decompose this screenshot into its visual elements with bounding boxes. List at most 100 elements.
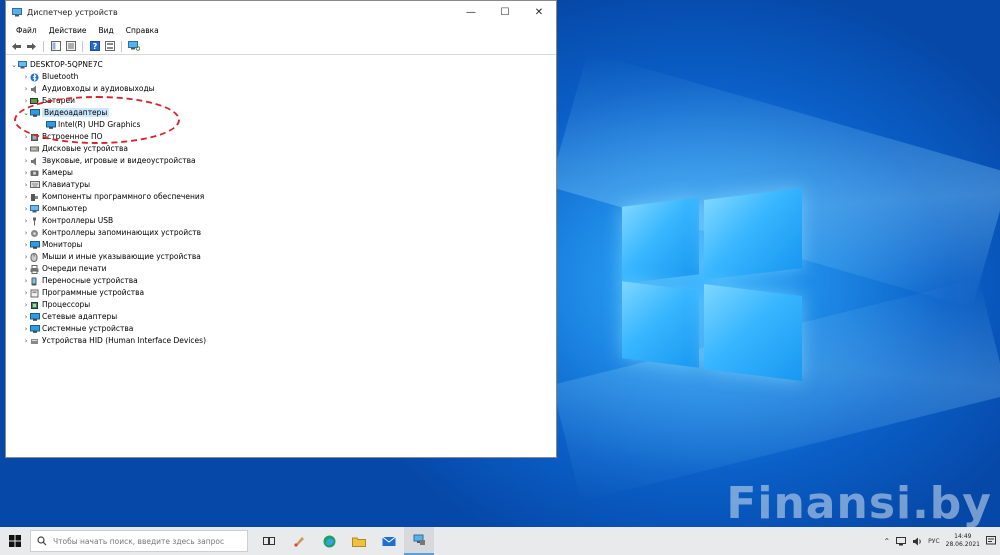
tree-item-label: Очереди печати [42, 264, 107, 273]
tree-item-disk-drives[interactable]: › Дисковые устройства [22, 143, 128, 154]
tree-child-intel-uhd[interactable]: Intel(R) UHD Graphics [46, 119, 140, 130]
edge-taskbar-button[interactable] [314, 527, 344, 555]
expand-chevron-icon[interactable]: › [22, 229, 30, 237]
paint-icon [293, 537, 304, 547]
tree-item-monitors[interactable]: › Мониторы [22, 239, 83, 250]
expand-chevron-icon[interactable]: › [22, 85, 30, 93]
expand-chevron-icon[interactable]: › [22, 157, 30, 165]
disk-icon [30, 145, 39, 153]
tree-item-label: Дисковые устройства [42, 144, 128, 153]
tree-item-portable-devices[interactable]: › Переносные устройства [22, 275, 138, 286]
tree-item-bluetooth[interactable]: › Bluetooth [22, 71, 78, 82]
tree-item-firmware[interactable]: › Встроенное ПО [22, 131, 103, 142]
tree-item-cameras[interactable]: › Камеры [22, 167, 73, 178]
properties-button[interactable] [64, 40, 77, 52]
network-adapter-icon [30, 312, 40, 321]
windows-logo [620, 187, 805, 382]
title-bar[interactable]: Диспетчер устройств — ☐ ✕ [6, 1, 556, 23]
menu-view[interactable]: Вид [92, 26, 119, 35]
expand-chevron-icon[interactable]: › [22, 181, 30, 189]
expand-chevron-icon[interactable]: › [22, 265, 30, 273]
expand-chevron-icon[interactable]: › [22, 217, 30, 225]
tree-item-audio-io[interactable]: › Аудиовходы и аудиовыходы [22, 83, 155, 94]
expand-chevron-icon[interactable]: › [22, 241, 30, 249]
tree-item-batteries[interactable]: › Батареи [22, 95, 75, 106]
close-button[interactable]: ✕ [522, 1, 556, 23]
tree-pane-icon [50, 41, 61, 51]
expand-chevron-icon[interactable]: › [22, 145, 30, 153]
tree-item-network-adapters[interactable]: › Сетевые адаптеры [22, 311, 118, 322]
tree-item-print-queues[interactable]: › Очереди печати [22, 263, 107, 274]
tree-item-sound-devices[interactable]: › Звуковые, игровые и видеоустройства [22, 155, 196, 166]
maximize-button[interactable]: ☐ [488, 1, 522, 23]
view-button[interactable] [103, 40, 116, 52]
printer-icon [30, 264, 39, 274]
tree-item-mice[interactable]: › Мыши и иные указывающие устройства [22, 251, 201, 262]
menu-help[interactable]: Справка [120, 26, 165, 35]
back-button[interactable] [10, 40, 23, 52]
volume-icon[interactable] [912, 537, 922, 546]
expand-chevron-icon[interactable]: › [22, 205, 30, 213]
chevron-up-icon[interactable]: ⌃ [883, 537, 890, 546]
forward-button[interactable] [25, 40, 38, 52]
tree-item-computer[interactable]: › Компьютер [22, 203, 87, 214]
tree-root[interactable]: ⌄ DESKTOP-5QPNE7C [10, 59, 103, 70]
expand-chevron-icon[interactable]: › [22, 97, 30, 105]
properties-icon [65, 41, 76, 51]
explorer-icon [352, 537, 366, 547]
tree-item-keyboards[interactable]: › Клавиатуры [22, 179, 91, 190]
expand-chevron-icon[interactable]: › [22, 289, 30, 297]
monitor-icon [30, 240, 40, 249]
expand-chevron-icon[interactable]: › [22, 277, 30, 285]
expand-chevron-icon[interactable]: › [22, 133, 30, 141]
tree-item-storage-controllers[interactable]: › Контроллеры запоминающих устройств [22, 227, 201, 238]
expand-chevron-icon[interactable]: › [22, 73, 30, 81]
tree-item-software-devices[interactable]: › Программные устройства [22, 287, 144, 298]
expand-chevron-icon[interactable]: › [22, 313, 30, 321]
notifications-icon[interactable] [986, 536, 996, 546]
portable-device-icon [30, 277, 39, 285]
expand-chevron-icon[interactable]: › [22, 337, 30, 345]
collapse-chevron-icon[interactable]: ⌄ [10, 61, 18, 69]
help-button[interactable]: ? [88, 40, 101, 52]
menu-action[interactable]: Действие [43, 26, 93, 35]
clock-time: 14:49 [954, 533, 972, 540]
tree-root-label: DESKTOP-5QPNE7C [30, 60, 103, 69]
show-hide-tree-button[interactable] [49, 40, 62, 52]
explorer-taskbar-button[interactable] [344, 527, 374, 555]
expand-chevron-icon[interactable]: › [22, 169, 30, 177]
tree-item-software-components[interactable]: › Компоненты программного обеспечения [22, 191, 205, 202]
tree-item-label: Компоненты программного обеспечения [42, 192, 205, 201]
tree-item-label: Контроллеры USB [42, 216, 114, 225]
tree-item-hid[interactable]: › Устройства HID (Human Interface Device… [22, 335, 206, 346]
expand-chevron-icon[interactable]: › [22, 325, 30, 333]
hid-icon [30, 337, 39, 345]
mail-taskbar-button[interactable] [374, 527, 404, 555]
arrow-left-icon [12, 42, 21, 50]
expand-chevron-icon[interactable]: › [22, 301, 30, 309]
collapse-chevron-icon[interactable]: ⌄ [22, 109, 30, 117]
clock[interactable]: 14:49 28.06.2021 [946, 533, 980, 549]
expand-chevron-icon[interactable]: › [22, 193, 30, 201]
minimize-button[interactable]: — [454, 1, 488, 23]
network-icon[interactable] [896, 536, 907, 546]
start-button[interactable] [0, 527, 30, 555]
tree-item-system-devices[interactable]: › Системные устройства [22, 323, 134, 334]
display-adapter-icon [46, 120, 56, 129]
tree-item-usb-controllers[interactable]: › Контроллеры USB [22, 215, 113, 226]
menu-file[interactable]: Файл [10, 26, 43, 35]
software-component-icon [30, 193, 39, 201]
scan-hardware-button[interactable] [127, 40, 140, 52]
tree-item-processors[interactable]: › Процессоры [22, 299, 91, 310]
device-manager-taskbar-button[interactable] [404, 527, 434, 555]
device-tree[interactable]: ⌄ DESKTOP-5QPNE7C › Bluetooth › Аудиовхо… [6, 56, 556, 457]
expand-chevron-icon[interactable]: › [22, 253, 30, 261]
tree-item-display-adapters[interactable]: ⌄ Видеоадаптеры [22, 107, 110, 118]
device-manager-window[interactable]: Диспетчер устройств — ☐ ✕ Файл Действие … [5, 0, 557, 458]
paint-taskbar-button[interactable] [284, 527, 314, 555]
clock-date: 28.06.2021 [945, 541, 980, 548]
taskbar-search-box[interactable]: Чтобы начать поиск, введите здесь запрос [30, 530, 248, 552]
language-indicator[interactable]: РУС [928, 538, 939, 545]
storage-controller-icon [30, 229, 39, 237]
task-view-button[interactable] [254, 527, 284, 555]
